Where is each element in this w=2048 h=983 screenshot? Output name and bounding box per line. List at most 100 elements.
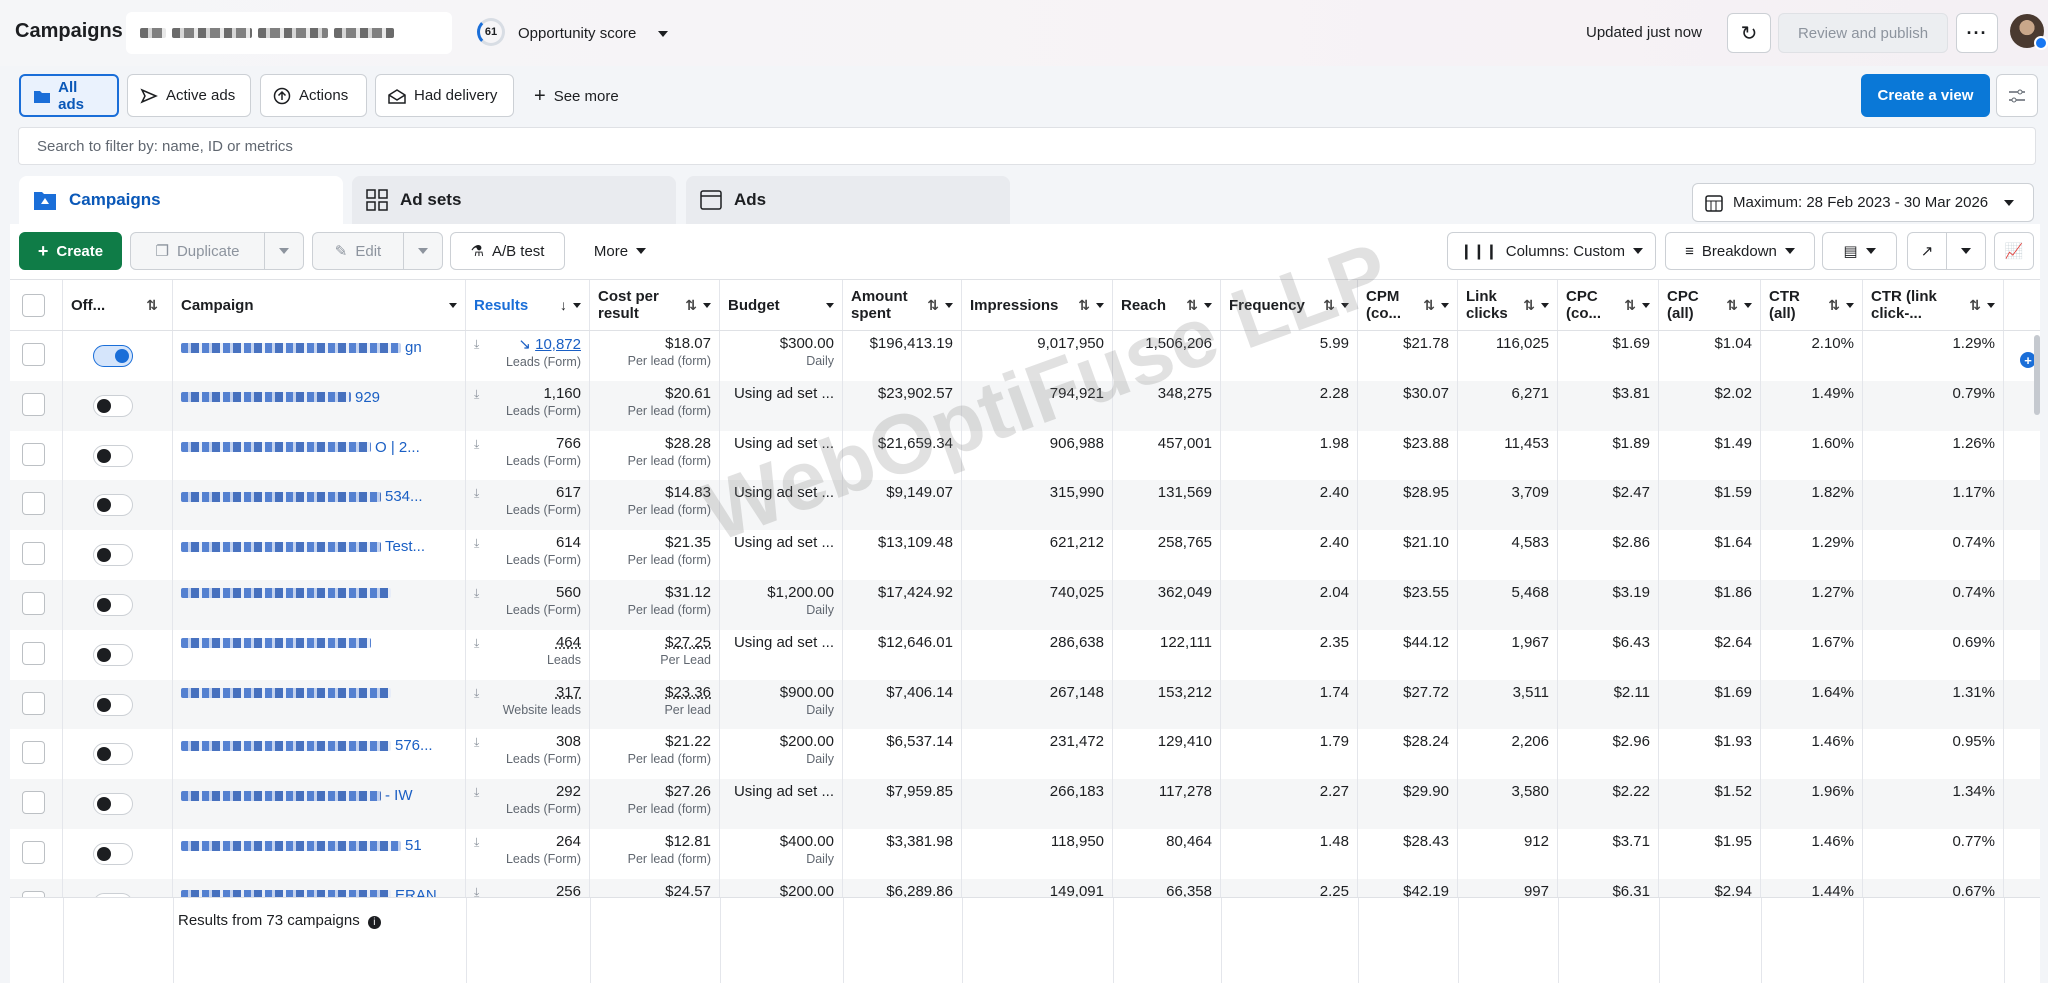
campaign-toggle[interactable] xyxy=(93,544,133,567)
row-checkbox[interactable] xyxy=(22,691,45,715)
export-button[interactable]: ↗ xyxy=(1907,232,1947,270)
opportunity-score-ring[interactable]: 61 xyxy=(477,18,505,46)
filter-chip-actions[interactable]: Actions xyxy=(260,74,367,117)
row-checkbox[interactable] xyxy=(22,442,45,466)
table-row[interactable]: 576... ⤓ 308 Leads (Form) $21.22 Per lead (fo… xyxy=(10,729,2040,780)
row-checkbox[interactable] xyxy=(22,542,45,566)
tab-ads[interactable]: Ads xyxy=(686,176,1010,224)
table-row[interactable]: ⤓ 560 Leads (Form) $31.12 Per lead (form) $1,… xyxy=(10,580,2040,630)
vertical-scrollbar[interactable] xyxy=(2034,335,2040,415)
results-value[interactable]: 10,872 xyxy=(535,336,581,353)
campaign-toggle[interactable] xyxy=(93,743,133,766)
table-row[interactable]: ⤓ 317 Website leads $23.36 Per lead $900.00 Da… xyxy=(10,679,2040,730)
column-header-campaign[interactable]: Campaign xyxy=(173,280,466,330)
row-checkbox[interactable] xyxy=(22,343,45,366)
campaign-name-link[interactable]: gn xyxy=(181,339,457,356)
table-row[interactable]: O | 2... ⤓ 766 Leads (Form) $28.28 Per lead (… xyxy=(10,430,2040,481)
campaign-name-link[interactable] xyxy=(181,637,457,648)
filter-chip-had-delivery[interactable]: Had delivery xyxy=(375,74,514,117)
create-view-button[interactable]: Create a view xyxy=(1861,74,1990,117)
campaign-toggle[interactable] xyxy=(93,394,133,417)
column-header-ctr-all[interactable]: CTR (all) ⇅ xyxy=(1761,280,1863,330)
reports-button[interactable]: ▤ xyxy=(1822,232,1897,270)
column-header-cpc-co[interactable]: CPC (co... ⇅ xyxy=(1558,280,1659,330)
column-header-amount-spent[interactable]: Amount spent ⇅ xyxy=(843,280,962,330)
view-settings-button[interactable] xyxy=(1996,74,2038,117)
campaign-toggle[interactable] xyxy=(93,793,133,816)
duplicate-dropdown[interactable] xyxy=(264,232,304,270)
campaign-name-link[interactable] xyxy=(181,588,457,598)
column-header-impressions[interactable]: Impressions ⇅ xyxy=(962,280,1113,330)
row-checkbox[interactable] xyxy=(22,741,45,765)
column-header-cost-per-result[interactable]: Cost per result ⇅ xyxy=(590,280,720,330)
export-dropdown[interactable] xyxy=(1946,232,1986,270)
campaign-name-link[interactable]: 929 xyxy=(181,389,457,406)
ctr-all-cell: 2.10% xyxy=(1761,331,1863,381)
campaign-name-link[interactable] xyxy=(181,687,457,698)
column-header-off-on[interactable]: Off... ⇅ xyxy=(63,280,173,330)
campaign-toggle[interactable] xyxy=(93,594,133,616)
column-header-budget[interactable]: Budget xyxy=(720,280,843,330)
campaign-name-link[interactable]: O | 2... xyxy=(181,439,457,456)
campaign-name-link[interactable]: 534... xyxy=(181,488,457,505)
column-header-reach[interactable]: Reach ⇅ xyxy=(1113,280,1221,330)
column-header-link-clicks[interactable]: Link clicks ⇅ xyxy=(1458,280,1558,330)
filter-chip-all-ads[interactable]: All ads xyxy=(19,74,119,117)
select-all-checkbox[interactable] xyxy=(22,293,45,317)
review-and-publish-button[interactable]: Review and publish xyxy=(1778,13,1948,53)
refresh-button[interactable]: ↻ xyxy=(1727,13,1771,53)
campaign-toggle[interactable] xyxy=(93,643,133,666)
row-checkbox[interactable] xyxy=(22,492,45,516)
campaign-name-link[interactable]: Test... xyxy=(181,538,457,555)
account-selector[interactable] xyxy=(126,12,452,54)
chevron-down-icon[interactable] xyxy=(658,31,668,37)
column-header-results[interactable]: Results ↓ xyxy=(466,280,590,330)
table-row[interactable]: 929 ⤓ 1,160 Leads (Form) $20.61 Per lead (for… xyxy=(10,380,2040,431)
row-checkbox[interactable] xyxy=(22,392,45,416)
table-row[interactable]: Test... ⤓ 614 Leads (Form) $21.35 Per lead (f… xyxy=(10,530,2040,580)
campaign-toggle[interactable] xyxy=(93,693,133,716)
campaign-toggle[interactable] xyxy=(93,494,133,517)
redacted-campaign-name xyxy=(181,840,401,851)
info-icon[interactable]: i xyxy=(367,916,381,929)
campaign-toggle[interactable] xyxy=(93,345,133,367)
column-header-frequency[interactable]: Frequency ⇅ xyxy=(1221,280,1358,330)
filter-chip-active-ads[interactable]: Active ads xyxy=(127,74,251,117)
edit-button[interactable]: ✎ Edit xyxy=(312,232,404,270)
table-row[interactable]: 534... ⤓ 617 Leads (Form) $14.83 Per lead (fo… xyxy=(10,480,2040,531)
create-button[interactable]: + Create xyxy=(19,232,122,270)
row-checkbox[interactable] xyxy=(22,592,45,615)
campaign-name-link[interactable]: ERAN... xyxy=(181,887,457,897)
see-more-button[interactable]: + See more xyxy=(534,85,619,108)
edit-dropdown[interactable] xyxy=(403,232,443,270)
table-row[interactable]: ⤓ 464 Leads $27.25 Per Lead Using ad set ... $… xyxy=(10,629,2040,680)
row-checkbox[interactable] xyxy=(22,841,45,864)
more-actions-button[interactable]: More xyxy=(575,232,665,270)
charts-button[interactable]: 📈 xyxy=(1994,232,2034,270)
campaign-name-link[interactable]: 51 xyxy=(181,837,457,854)
tab-ad-sets[interactable]: Ad sets xyxy=(352,176,676,224)
table-row[interactable]: ERAN... ⤓ 256 $24.57 $200.00 $6,289.86 149,091… xyxy=(10,878,2040,897)
table-row[interactable]: 51 ⤓ 264 Leads (Form) $12.81 Per lead (form) $… xyxy=(10,829,2040,879)
campaign-name-link[interactable]: - IW xyxy=(181,787,457,804)
duplicate-button[interactable]: ❐ Duplicate xyxy=(130,232,265,270)
column-header-cpc-all[interactable]: CPC (all) ⇅ xyxy=(1659,280,1761,330)
table-row[interactable]: gn ⤓ ↘ 10,872 Leads (Form) $18.07 Per lead (f… xyxy=(10,331,2040,381)
search-input[interactable]: Search to filter by: name, ID or metrics xyxy=(18,127,2036,165)
column-header-cpm[interactable]: CPM (co... ⇅ xyxy=(1358,280,1458,330)
column-header-ctr-link[interactable]: CTR (link click-... ⇅ xyxy=(1863,280,2004,330)
breakdown-button[interactable]: ≡ Breakdown xyxy=(1665,232,1815,270)
campaign-toggle[interactable] xyxy=(93,444,133,467)
date-range-picker[interactable]: Maximum: 28 Feb 2023 - 30 Mar 2026 xyxy=(1692,183,2034,222)
row-checkbox[interactable] xyxy=(22,791,45,815)
tab-campaigns[interactable]: Campaigns xyxy=(19,176,343,224)
table-row[interactable]: - IW ⤓ 292 Leads (Form) $27.26 Per lead (form… xyxy=(10,779,2040,829)
opportunity-score-label[interactable]: Opportunity score xyxy=(518,25,636,42)
row-select-cell xyxy=(10,779,63,829)
campaign-name-link[interactable]: 576... xyxy=(181,737,457,754)
ab-test-button[interactable]: ⚗ A/B test xyxy=(450,232,565,270)
campaign-toggle[interactable] xyxy=(93,843,133,865)
more-options-button[interactable]: ··· xyxy=(1956,13,1998,53)
row-checkbox[interactable] xyxy=(22,641,45,665)
columns-button[interactable]: ❙❙❙ Columns: Custom xyxy=(1447,232,1656,270)
